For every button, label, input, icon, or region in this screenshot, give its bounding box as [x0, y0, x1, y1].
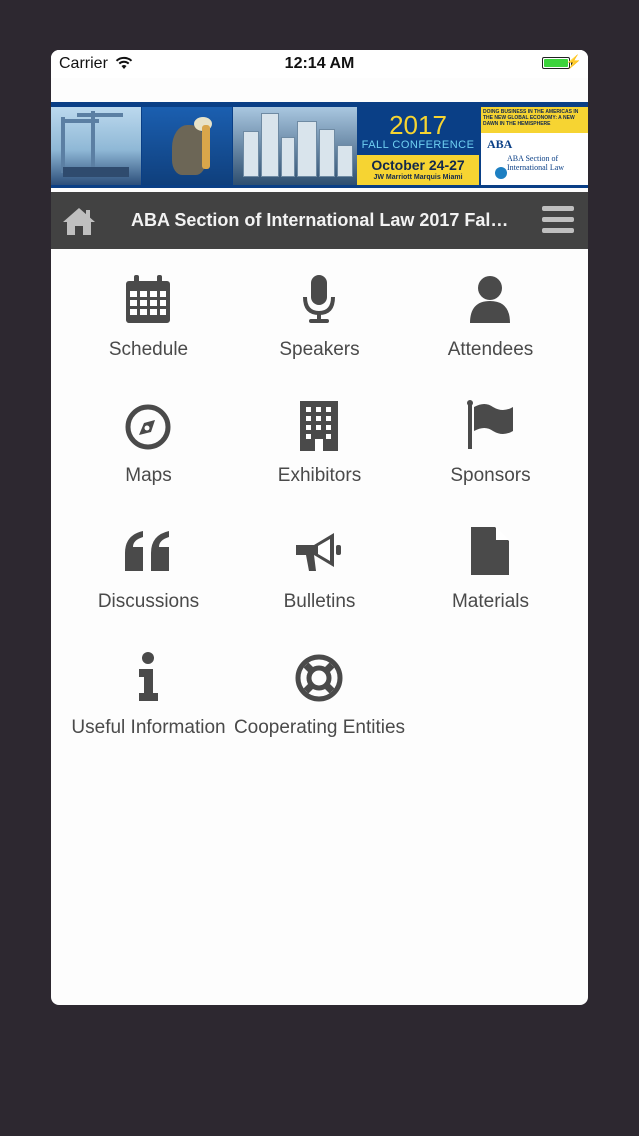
microphone-icon	[303, 275, 335, 323]
tile-sponsors[interactable]: Sponsors	[401, 375, 580, 501]
pelican-bill	[202, 125, 210, 169]
pelican-photo	[142, 107, 232, 185]
tile-schedule[interactable]: Schedule	[59, 249, 238, 375]
port-photo	[51, 107, 141, 185]
tile-label: Attendees	[447, 339, 534, 360]
flag-icon	[467, 400, 513, 449]
banner-year: 2017	[389, 110, 447, 140]
tile-label: Materials	[451, 591, 530, 612]
menu-line	[542, 206, 574, 211]
tile-label: Discussions	[97, 591, 200, 612]
document-icon	[471, 527, 509, 575]
tile-label: Schedule	[108, 339, 189, 360]
tile-label: Cooperating Entities	[233, 717, 406, 738]
tile-attendees[interactable]: Attendees	[401, 249, 580, 375]
status-bar: Carrier 12:14 AM ⚡	[51, 50, 588, 78]
compass-icon	[125, 404, 171, 450]
building	[243, 131, 259, 177]
banner-subtitle: FALL CONFERENCE	[361, 139, 475, 151]
tile-label: Useful Information	[71, 717, 226, 738]
building	[281, 137, 295, 177]
app-screen: Carrier 12:14 AM ⚡ 2017 FALL CONFERENCE …	[51, 50, 588, 1005]
ship	[63, 167, 129, 177]
banner-logo-block: DOING BUSINESS IN THE AMERICAS IN THE NE…	[481, 107, 588, 185]
person-icon	[470, 276, 510, 323]
tile-cooperating-entities[interactable]: Cooperating Entities	[230, 627, 409, 753]
status-time: 12:14 AM	[284, 55, 355, 72]
page-title: ABA Section of International Law 2017 Fa…	[131, 210, 511, 230]
globe-icon	[495, 167, 507, 179]
building	[297, 121, 317, 177]
tile-label: Exhibitors	[277, 465, 362, 486]
building	[261, 113, 279, 177]
hamburger-menu-icon[interactable]	[542, 206, 574, 234]
menu-line	[542, 217, 574, 222]
banner-venue: JW Marriott Marquis Miami	[373, 174, 463, 181]
tile-discussions[interactable]: Discussions	[59, 501, 238, 627]
bullhorn-icon	[296, 533, 341, 571]
banner-date-box: October 24-27 JW Marriott Marquis Miami	[357, 155, 479, 185]
menu-line	[542, 228, 574, 233]
skyline-photo	[233, 107, 357, 185]
banner-tagline: DOING BUSINESS IN THE AMERICAS IN THE NE…	[481, 107, 588, 133]
tile-bulletins[interactable]: Bulletins	[230, 501, 409, 627]
charging-icon: ⚡	[565, 54, 582, 69]
home-icon[interactable]	[61, 205, 97, 237]
conference-banner: 2017 FALL CONFERENCE October 24-27 JW Ma…	[51, 102, 588, 188]
crane	[77, 113, 123, 117]
tile-label: Bulletins	[283, 591, 356, 612]
tile-label: Sponsors	[450, 465, 531, 486]
tile-useful-information[interactable]: Useful Information	[59, 627, 238, 753]
nav-bar: ABA Section of International Law 2017 Fa…	[51, 192, 588, 249]
building-icon	[300, 401, 338, 451]
banner-dates: October 24-27	[371, 157, 465, 173]
building	[319, 129, 335, 177]
info-icon	[139, 652, 158, 701]
calendar-icon	[126, 275, 170, 323]
aba-logo: ABA	[487, 137, 513, 151]
lifebuoy-icon	[295, 654, 343, 702]
tile-maps[interactable]: Maps	[59, 375, 238, 501]
building	[337, 145, 353, 177]
battery-level	[544, 59, 568, 67]
quote-icon	[125, 531, 169, 571]
tile-exhibitors[interactable]: Exhibitors	[230, 375, 409, 501]
banner-title-block: 2017 FALL CONFERENCE October 24-27 JW Ma…	[357, 107, 479, 185]
crane	[91, 111, 95, 173]
pelican-body	[172, 125, 206, 175]
tile-label: Speakers	[279, 339, 360, 360]
tile-label: Maps	[125, 465, 172, 486]
crane	[61, 117, 65, 173]
tile-materials[interactable]: Materials	[401, 501, 580, 627]
tile-speakers[interactable]: Speakers	[230, 249, 409, 375]
